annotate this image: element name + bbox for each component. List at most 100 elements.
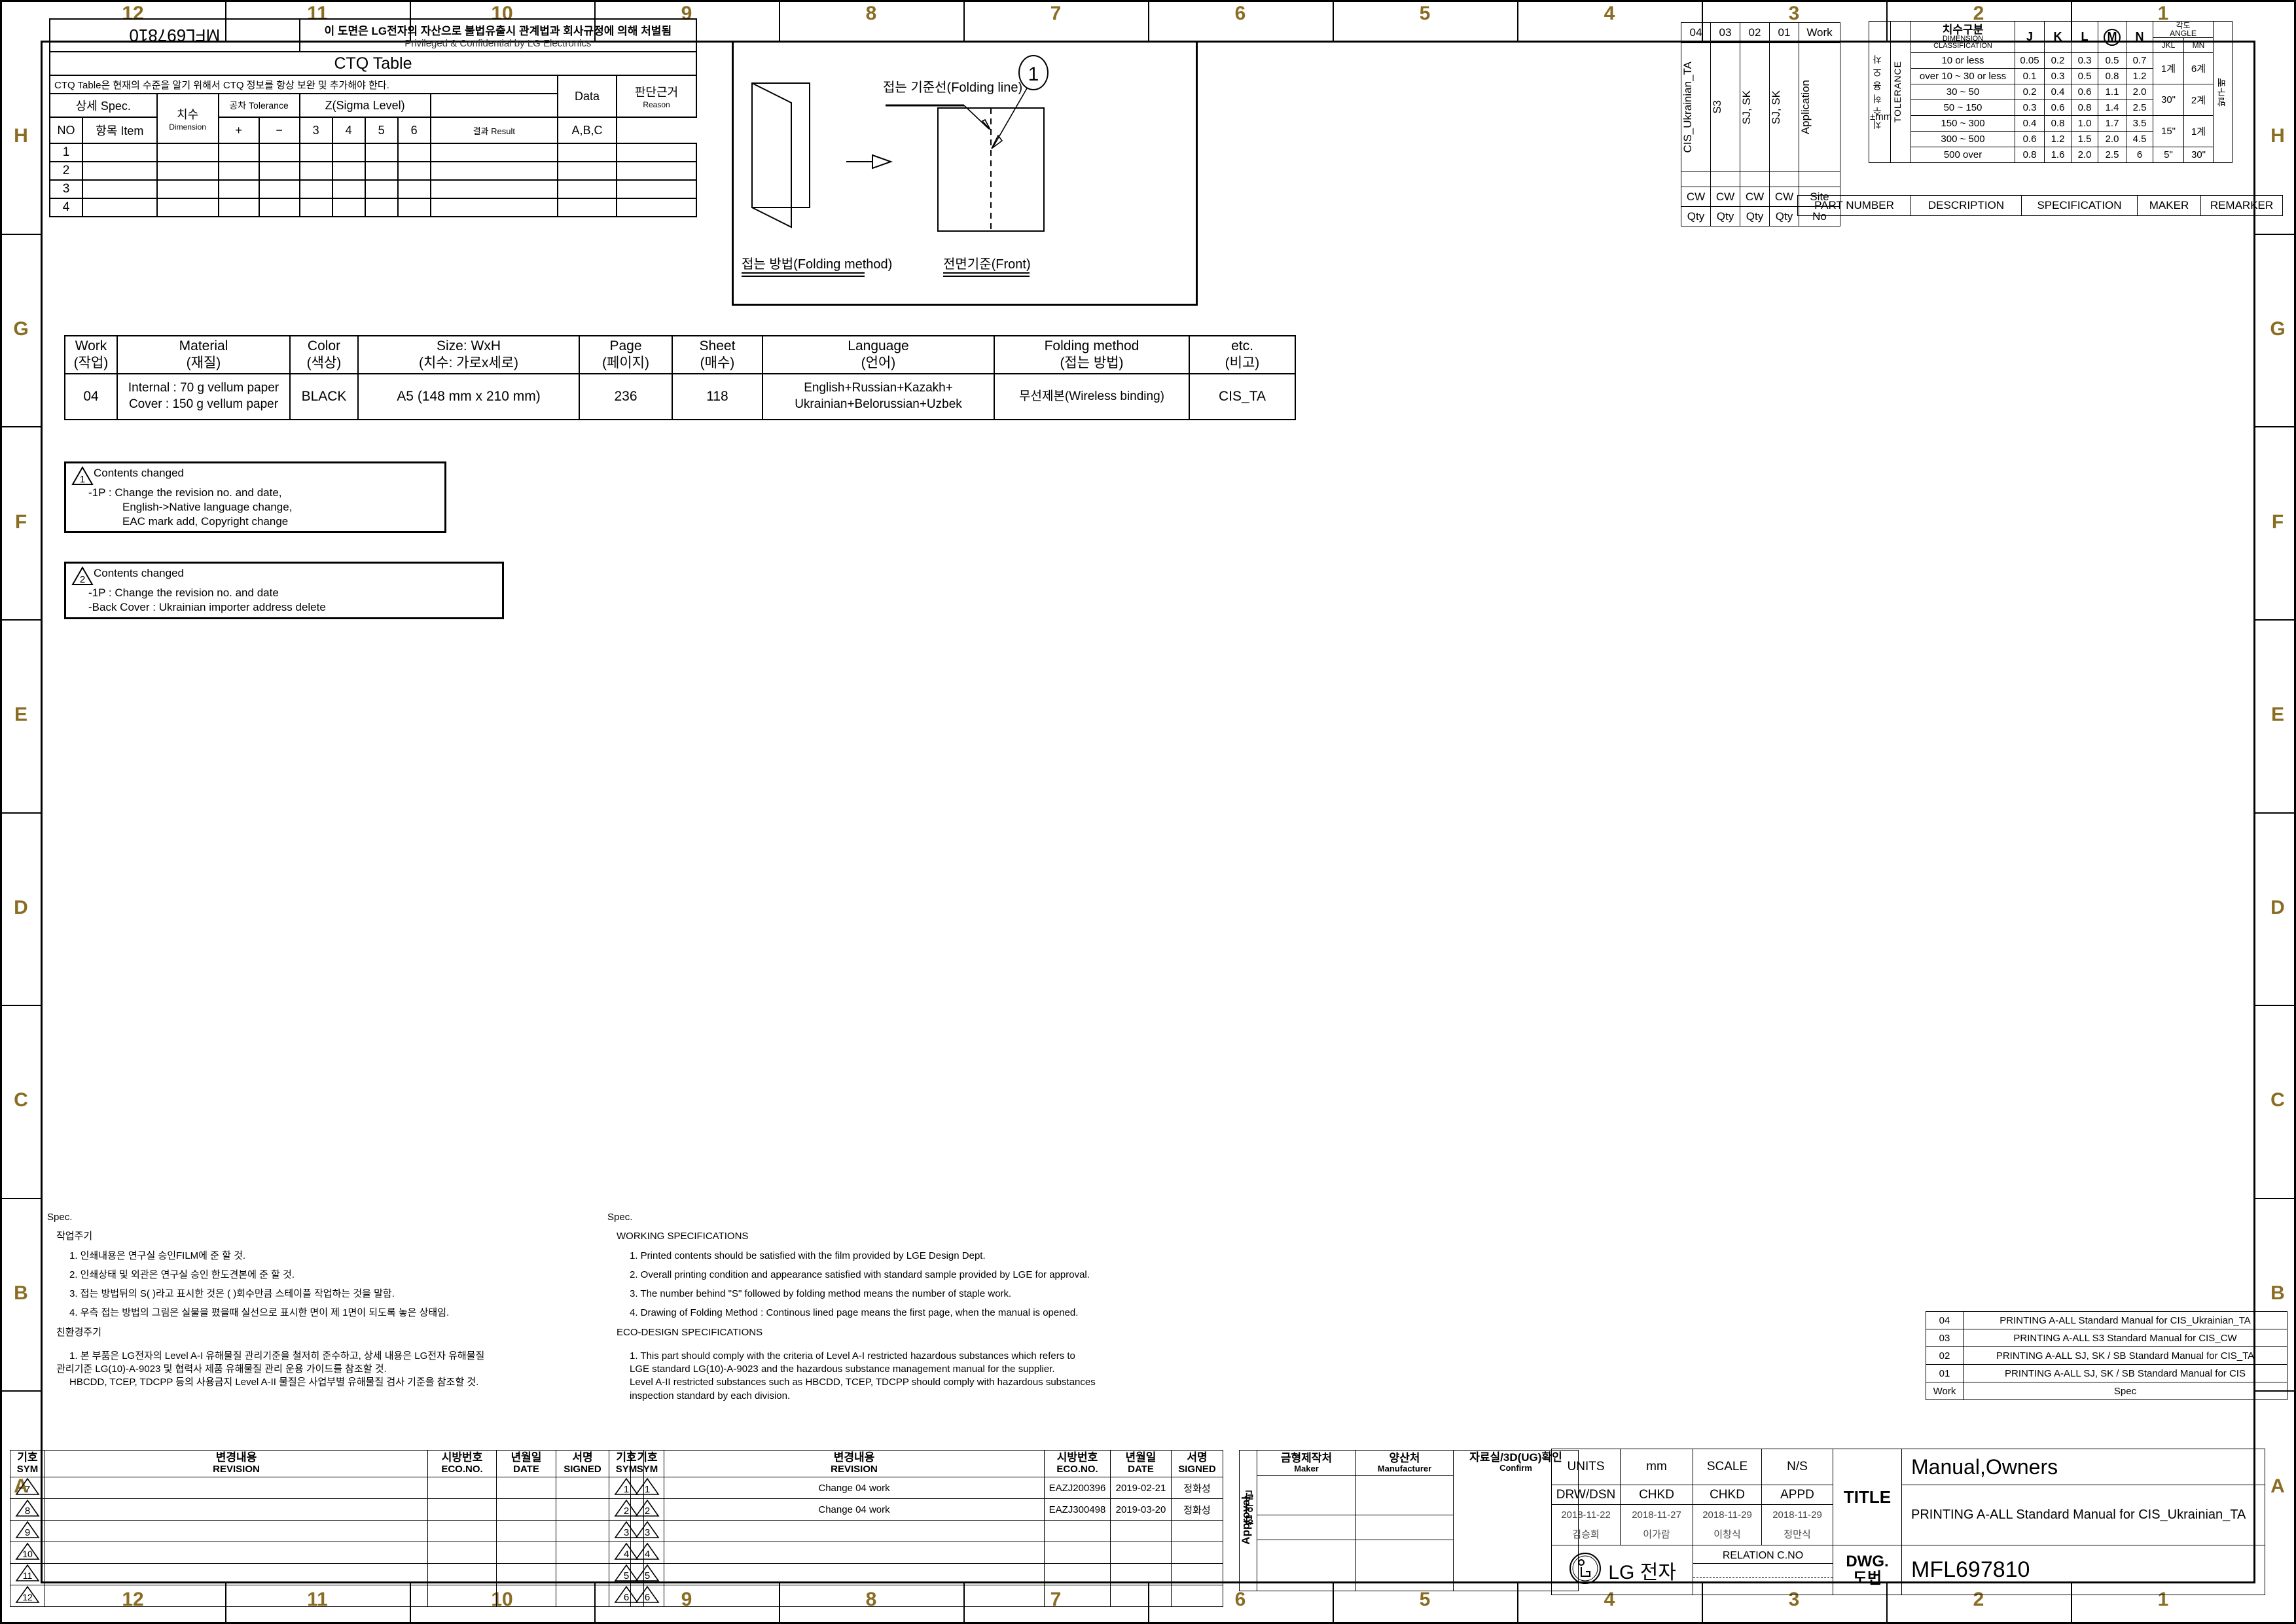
revL-eco-cell[interactable] (427, 1498, 497, 1521)
ctq-cell[interactable] (298, 161, 333, 181)
ctq-cell[interactable] (557, 161, 617, 181)
relation-cno-value-1[interactable] (1693, 1564, 1833, 1578)
manufacturer-cell[interactable] (1355, 1540, 1454, 1591)
revR-date-cell[interactable] (1110, 1563, 1172, 1585)
ctq-cell[interactable] (156, 198, 219, 217)
ctq-cell[interactable] (429, 143, 559, 162)
manufacturer-cell[interactable] (1355, 1515, 1454, 1540)
ctq-cell[interactable] (429, 198, 559, 217)
revL-revision-cell[interactable] (45, 1498, 428, 1521)
ctq-cell[interactable] (364, 161, 399, 181)
revL-date-cell[interactable] (496, 1585, 556, 1607)
ctq-cell[interactable] (397, 198, 431, 217)
revR-revision-cell[interactable] (664, 1563, 1045, 1585)
revL-date-cell[interactable] (496, 1477, 556, 1499)
revR-date-cell[interactable]: 2019-03-20 (1110, 1498, 1172, 1521)
ctq-cell[interactable] (364, 143, 399, 162)
manufacturer-cell[interactable] (1355, 1475, 1454, 1515)
revR-date-cell[interactable]: 2019-02-21 (1110, 1477, 1172, 1499)
revR-signed-cell[interactable]: 정화성 (1171, 1477, 1223, 1499)
revR-signed-cell[interactable]: 정화성 (1171, 1498, 1223, 1521)
revR-date-cell[interactable] (1110, 1520, 1172, 1542)
ctq-cell[interactable] (258, 198, 300, 217)
revR-eco-cell[interactable] (1044, 1520, 1111, 1542)
ctq-cell[interactable] (616, 161, 697, 181)
revL-date-cell[interactable] (496, 1542, 556, 1564)
ctq-cell[interactable] (429, 161, 559, 181)
ctq-cell[interactable] (217, 161, 260, 181)
ctq-cell[interactable] (82, 143, 158, 162)
revR-signed-cell[interactable] (1171, 1520, 1223, 1542)
revR-date-cell[interactable] (1110, 1542, 1172, 1564)
ctq-cell[interactable] (616, 143, 697, 162)
revL-signed-cell[interactable] (556, 1498, 609, 1521)
revR-signed-cell[interactable] (1171, 1542, 1223, 1564)
ctq-cell[interactable] (557, 179, 617, 199)
revR-signed-cell[interactable] (1171, 1563, 1223, 1585)
ctq-cell[interactable] (156, 179, 219, 199)
ctq-cell[interactable] (298, 179, 333, 199)
revR-revision-cell[interactable] (664, 1585, 1045, 1607)
ctq-cell[interactable] (364, 198, 399, 217)
revL-date-cell[interactable] (496, 1563, 556, 1585)
ctq-cell[interactable] (616, 198, 697, 217)
ctq-cell[interactable] (217, 179, 260, 199)
ctq-cell[interactable] (397, 161, 431, 181)
revL-signed-cell[interactable] (556, 1563, 609, 1585)
ctq-cell[interactable] (82, 198, 158, 217)
ctq-cell[interactable] (258, 161, 300, 181)
revR-eco-cell[interactable] (1044, 1563, 1111, 1585)
revR-eco-cell[interactable] (1044, 1542, 1111, 1564)
ctq-cell[interactable] (156, 143, 219, 162)
ctq-cell[interactable] (397, 179, 431, 199)
revL-eco-cell[interactable] (427, 1477, 497, 1499)
revR-revision-cell[interactable] (664, 1520, 1045, 1542)
ctq-cell[interactable] (557, 143, 617, 162)
revR-revision-cell[interactable] (664, 1542, 1045, 1564)
revL-revision-cell[interactable] (45, 1520, 428, 1542)
maker-cell[interactable] (1257, 1540, 1356, 1591)
ctq-cell[interactable] (429, 179, 559, 199)
ctq-cell[interactable] (217, 198, 260, 217)
ctq-cell[interactable] (364, 179, 399, 199)
ctq-cell[interactable] (397, 143, 431, 162)
ctq-cell[interactable] (331, 198, 366, 217)
revL-eco-cell[interactable] (427, 1585, 497, 1607)
relation-cno-value-2[interactable] (1693, 1578, 1833, 1592)
ctq-cell[interactable] (616, 179, 697, 199)
ctq-cell[interactable] (217, 143, 260, 162)
ctq-cell[interactable] (258, 143, 300, 162)
revL-signed-cell[interactable] (556, 1542, 609, 1564)
revL-eco-cell[interactable] (427, 1520, 497, 1542)
revR-eco-cell[interactable] (1044, 1585, 1111, 1607)
revL-signed-cell[interactable] (556, 1477, 609, 1499)
revL-eco-cell[interactable] (427, 1563, 497, 1585)
revL-revision-cell[interactable] (45, 1563, 428, 1585)
revR-eco-cell[interactable]: EAZJ200396 (1044, 1477, 1111, 1499)
revR-signed-cell[interactable] (1171, 1585, 1223, 1607)
ctq-cell[interactable] (331, 143, 366, 162)
ctq-cell[interactable] (298, 198, 333, 217)
maker-cell[interactable] (1257, 1475, 1356, 1515)
revL-signed-cell[interactable] (556, 1585, 609, 1607)
ctq-cell[interactable] (331, 179, 366, 199)
ctq-cell[interactable] (82, 161, 158, 181)
ctq-cell[interactable] (82, 179, 158, 199)
revR-revision-cell[interactable]: Change 04 work (664, 1498, 1045, 1521)
ctq-cell[interactable] (331, 161, 366, 181)
revL-revision-cell[interactable] (45, 1542, 428, 1564)
revR-date-cell[interactable] (1110, 1585, 1172, 1607)
revL-date-cell[interactable] (496, 1520, 556, 1542)
ctq-cell[interactable] (557, 198, 617, 217)
revR-eco-cell[interactable]: EAZJ300498 (1044, 1498, 1111, 1521)
revL-signed-cell[interactable] (556, 1520, 609, 1542)
ctq-cell[interactable] (258, 179, 300, 199)
revL-revision-cell[interactable] (45, 1477, 428, 1499)
maker-cell[interactable] (1257, 1515, 1356, 1540)
ctq-cell[interactable] (156, 161, 219, 181)
revR-revision-cell[interactable]: Change 04 work (664, 1477, 1045, 1499)
ctq-cell[interactable] (298, 143, 333, 162)
revL-date-cell[interactable] (496, 1498, 556, 1521)
revL-eco-cell[interactable] (427, 1542, 497, 1564)
revL-revision-cell[interactable] (45, 1585, 428, 1607)
